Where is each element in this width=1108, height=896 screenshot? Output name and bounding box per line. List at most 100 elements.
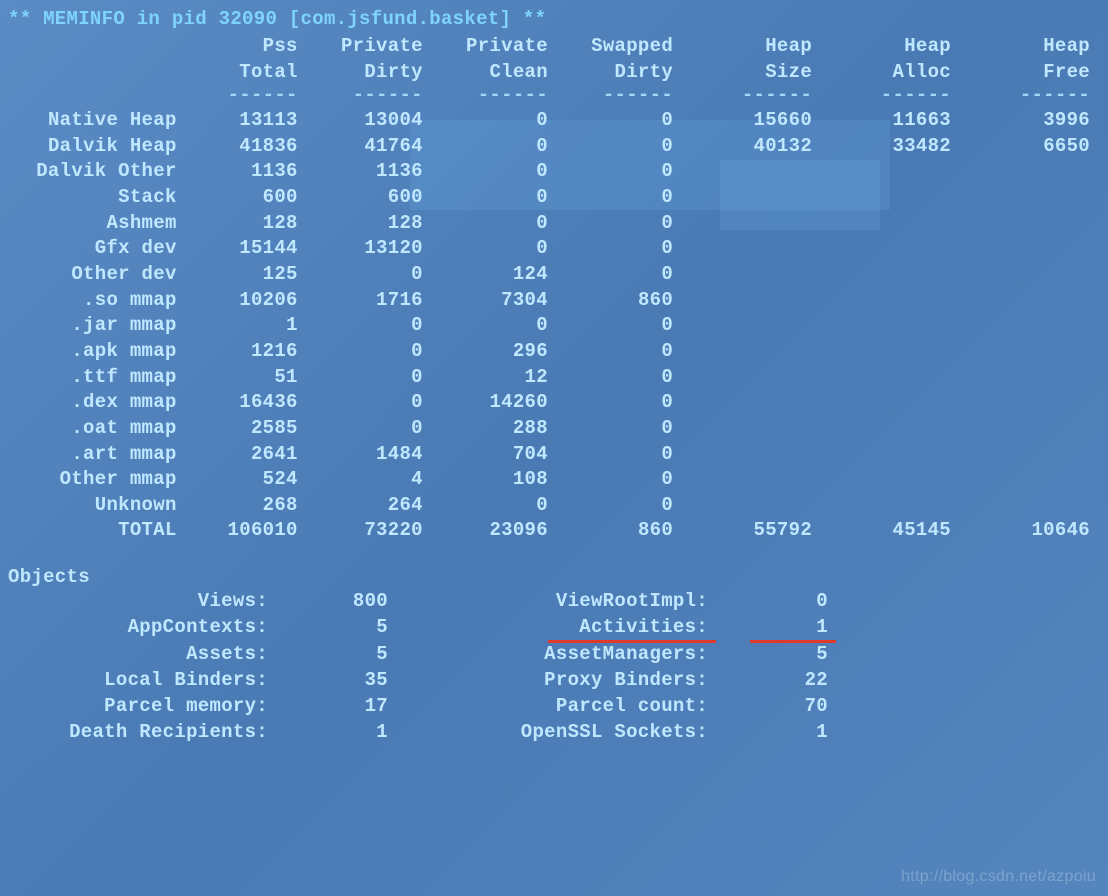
row-cell: 45145 xyxy=(822,518,961,544)
objects-title: Objects xyxy=(8,566,1100,588)
row-cell xyxy=(961,288,1100,314)
meminfo-row: .apk mmap121602960 xyxy=(8,339,1100,365)
object-label: AssetManagers: xyxy=(388,641,708,667)
row-cell: 0 xyxy=(558,185,683,211)
row-cell xyxy=(961,339,1100,365)
object-value: 1 xyxy=(708,719,828,745)
row-cell: 16436 xyxy=(183,390,308,416)
row-cell: 0 xyxy=(558,365,683,391)
object-value: 800 xyxy=(268,588,388,614)
row-cell xyxy=(822,211,961,237)
object-value: 35 xyxy=(268,667,388,693)
row-cell xyxy=(683,493,822,519)
row-cell: 1716 xyxy=(308,288,433,314)
row-cell: 0 xyxy=(308,365,433,391)
row-label: .oat mmap xyxy=(8,416,183,442)
objects-row: Death Recipients:1OpenSSL Sockets:1 xyxy=(8,719,1100,745)
row-cell: 124 xyxy=(433,262,558,288)
meminfo-row: .art mmap264114847040 xyxy=(8,442,1100,468)
row-cell: 3996 xyxy=(961,108,1100,134)
row-cell xyxy=(961,159,1100,185)
objects-row: AppContexts:5Activities:1 xyxy=(8,614,1100,640)
objects-row: Assets:5AssetManagers:5 xyxy=(8,641,1100,667)
row-cell xyxy=(822,493,961,519)
meminfo-row: Dalvik Other1136113600 xyxy=(8,159,1100,185)
row-cell: 0 xyxy=(308,416,433,442)
row-cell: 0 xyxy=(558,211,683,237)
row-cell: 0 xyxy=(558,493,683,519)
row-cell xyxy=(822,262,961,288)
row-cell xyxy=(822,365,961,391)
row-cell: 12 xyxy=(433,365,558,391)
separator-row: ------ ------ ------ ------ ------ -----… xyxy=(8,85,1100,106)
row-cell xyxy=(683,262,822,288)
object-value: 1 xyxy=(708,614,828,640)
meminfo-row: .oat mmap258502880 xyxy=(8,416,1100,442)
row-label: Other mmap xyxy=(8,467,183,493)
row-cell: 0 xyxy=(558,467,683,493)
object-value: 5 xyxy=(708,641,828,667)
row-cell xyxy=(822,339,961,365)
row-cell xyxy=(961,185,1100,211)
row-cell: 0 xyxy=(558,390,683,416)
meminfo-row: Native Heap13113130040015660116633996 xyxy=(8,108,1100,134)
row-cell: 288 xyxy=(433,416,558,442)
row-cell: 524 xyxy=(183,467,308,493)
row-cell: 1136 xyxy=(308,159,433,185)
row-cell xyxy=(822,390,961,416)
row-cell xyxy=(683,236,822,262)
row-cell xyxy=(961,493,1100,519)
row-cell: 0 xyxy=(558,236,683,262)
meminfo-row: .ttf mmap510120 xyxy=(8,365,1100,391)
row-label: TOTAL xyxy=(8,518,183,544)
row-cell: 704 xyxy=(433,442,558,468)
row-label: Other dev xyxy=(8,262,183,288)
row-label: Stack xyxy=(8,185,183,211)
meminfo-row: .dex mmap164360142600 xyxy=(8,390,1100,416)
row-cell xyxy=(683,185,822,211)
row-cell: 600 xyxy=(308,185,433,211)
row-cell xyxy=(683,416,822,442)
object-label: ViewRootImpl: xyxy=(388,588,708,614)
row-cell: 11663 xyxy=(822,108,961,134)
row-cell xyxy=(683,442,822,468)
row-cell: 108 xyxy=(433,467,558,493)
row-cell: 0 xyxy=(433,493,558,519)
row-cell: 0 xyxy=(558,416,683,442)
row-cell: 2585 xyxy=(183,416,308,442)
row-cell: 0 xyxy=(433,185,558,211)
object-label: Proxy Binders: xyxy=(388,667,708,693)
row-cell: 0 xyxy=(433,313,558,339)
row-cell xyxy=(822,185,961,211)
row-cell xyxy=(822,313,961,339)
row-cell: 0 xyxy=(558,108,683,134)
row-cell xyxy=(961,416,1100,442)
row-cell: 1484 xyxy=(308,442,433,468)
object-value: 5 xyxy=(268,641,388,667)
meminfo-row: Unknown26826400 xyxy=(8,493,1100,519)
row-cell xyxy=(822,467,961,493)
row-cell xyxy=(822,236,961,262)
row-cell: 0 xyxy=(433,236,558,262)
row-cell xyxy=(822,416,961,442)
row-cell xyxy=(683,211,822,237)
row-label: Gfx dev xyxy=(8,236,183,262)
row-label: .apk mmap xyxy=(8,339,183,365)
objects-row: Local Binders:35Proxy Binders:22 xyxy=(8,667,1100,693)
row-cell: 2641 xyxy=(183,442,308,468)
row-cell xyxy=(683,159,822,185)
row-cell: 1 xyxy=(183,313,308,339)
row-cell: 0 xyxy=(308,262,433,288)
row-cell: 0 xyxy=(558,442,683,468)
row-cell: 0 xyxy=(558,134,683,160)
row-label: .dex mmap xyxy=(8,390,183,416)
meminfo-row: .jar mmap1000 xyxy=(8,313,1100,339)
object-label: Views: xyxy=(8,588,268,614)
row-cell: 106010 xyxy=(183,518,308,544)
meminfo-row: Ashmem12812800 xyxy=(8,211,1100,237)
row-cell: 268 xyxy=(183,493,308,519)
row-cell: 13004 xyxy=(308,108,433,134)
row-cell: 0 xyxy=(558,262,683,288)
row-cell: 55792 xyxy=(683,518,822,544)
row-cell: 0 xyxy=(558,159,683,185)
